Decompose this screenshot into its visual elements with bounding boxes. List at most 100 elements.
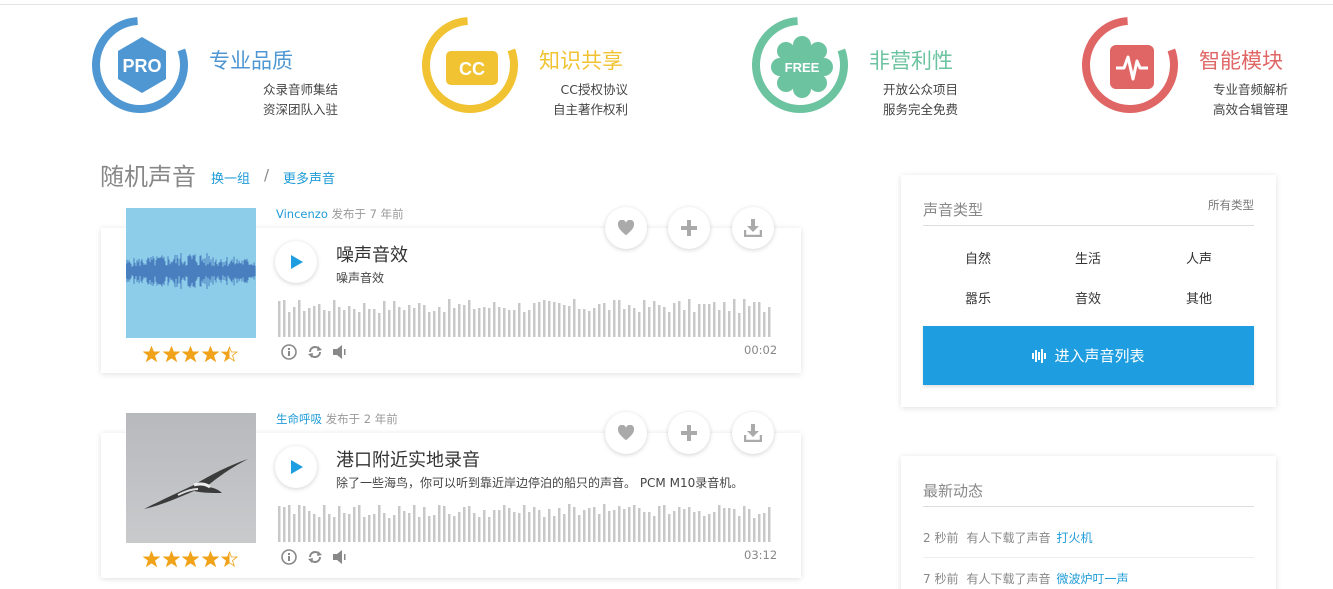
cc-badge-text: CC (459, 59, 485, 79)
waveform-bar (633, 505, 636, 542)
waveform-bar (458, 304, 461, 337)
waveform-bar (623, 509, 626, 542)
star-icon (143, 551, 160, 567)
waveform-bar (708, 514, 711, 542)
star-icon (201, 346, 219, 362)
waveform-bar (453, 516, 456, 542)
waveform-bar (538, 302, 541, 337)
waveform-bar (508, 508, 511, 542)
waveform-bar (598, 514, 601, 542)
waveform-bar (533, 507, 536, 542)
waveform-bar (533, 303, 536, 337)
category-sfx[interactable]: 音效 (1038, 288, 1138, 307)
waveform-bar (428, 516, 431, 542)
waveform-bar (618, 300, 621, 337)
download-button[interactable] (732, 207, 774, 249)
category-instrument[interactable]: 嚣乐 (928, 288, 1028, 307)
like-button[interactable] (605, 412, 647, 454)
waveform-bar (498, 510, 501, 542)
waveform-bar (628, 507, 631, 542)
waveform-bar (413, 505, 416, 542)
waveform-bar (603, 504, 606, 542)
rating-stars (143, 346, 243, 362)
waveform-bar (618, 506, 621, 542)
feature-line: 开放公众项目 (882, 82, 958, 97)
like-button[interactable] (605, 207, 647, 249)
waveform-bar (643, 300, 646, 337)
enter-sound-list-button[interactable]: 进入声音列表 (923, 326, 1254, 385)
waveform-bar (643, 512, 646, 542)
volume-icon[interactable] (332, 344, 348, 360)
download-icon (744, 219, 762, 237)
waveform-bar (588, 508, 591, 542)
waveform-bar (743, 299, 746, 337)
waveform[interactable] (278, 504, 774, 542)
free-badge-text: FREE (785, 60, 820, 75)
category-voice[interactable]: 人声 (1149, 248, 1249, 267)
waveform-bar (638, 312, 641, 337)
waveform-bar (388, 310, 391, 337)
all-types-link[interactable]: 所有类型 (1208, 197, 1254, 213)
waveform-bar (758, 514, 761, 542)
info-icon[interactable] (281, 549, 297, 565)
waveform-bar (688, 299, 691, 337)
sound-title[interactable]: 港口附近实地录音 (336, 446, 480, 472)
waveform-bar (333, 517, 336, 542)
waveform-bar (343, 310, 346, 337)
info-icon[interactable] (281, 344, 297, 360)
play-button[interactable] (275, 241, 317, 283)
volume-icon[interactable] (332, 549, 348, 565)
feature-line: 高效合辑管理 (1212, 102, 1288, 117)
waveform-bar (498, 307, 501, 337)
activity-sound-link[interactable]: 打火机 (1056, 531, 1092, 545)
activity-sound-link[interactable]: 微波炉叮一声 (1056, 572, 1128, 586)
waveform-bar (353, 309, 356, 337)
waveform-bar (563, 514, 566, 542)
waveform-bar (478, 517, 481, 542)
feature-line: 专业音频解析 (1212, 82, 1288, 97)
category-nature[interactable]: 自然 (928, 248, 1028, 267)
author-link[interactable]: Vincenzo (276, 207, 328, 221)
plus-icon (681, 425, 697, 441)
category-life[interactable]: 生活 (1038, 248, 1138, 267)
sound-thumbnail[interactable] (126, 413, 256, 543)
waveform-bar (338, 506, 341, 542)
sound-thumbnail[interactable] (126, 208, 256, 338)
waveform-bar (318, 304, 321, 337)
loop-icon[interactable] (307, 344, 323, 360)
waveform-bar (688, 507, 691, 542)
sound-title[interactable]: 噪声音效 (336, 241, 408, 267)
waveform-bar (748, 306, 751, 337)
waveform-bar (418, 303, 421, 337)
waveform-bar (548, 509, 551, 542)
waveform-bar (768, 307, 771, 337)
waveform-bar (598, 304, 601, 337)
waveform-bar (323, 505, 326, 542)
category-other[interactable]: 其他 (1149, 288, 1249, 307)
play-icon (291, 255, 303, 269)
waveform[interactable] (278, 299, 774, 337)
waveform-bar (503, 308, 506, 337)
waveform-bar (638, 508, 641, 542)
add-to-collection-button[interactable] (668, 412, 710, 454)
waveform-bar (513, 310, 516, 337)
activity-time: 7 秒前 (923, 572, 959, 586)
waveform-bar (538, 510, 541, 542)
author-link[interactable]: 生命呼吸 (276, 412, 322, 426)
latest-activity-panel: 最新动态 2 秒前 有人下载了声音 打火机 7 秒前 有人下载了声音 微波炉叮一声 (901, 456, 1276, 589)
add-to-collection-button[interactable] (668, 207, 710, 249)
waveform-bar (763, 312, 766, 337)
waveform-bar (753, 302, 756, 337)
waveform-bar (518, 513, 521, 542)
waveform-bar (358, 505, 361, 542)
waveform-bar (573, 507, 576, 542)
loop-icon[interactable] (307, 549, 323, 565)
waveform-bar (548, 301, 551, 337)
waveform-bar (588, 311, 591, 337)
waveform-bar (433, 515, 436, 542)
more-sounds-link[interactable]: 更多声音 (283, 168, 335, 187)
play-button[interactable] (275, 446, 317, 488)
waveform-bar (278, 301, 281, 337)
download-button[interactable] (732, 412, 774, 454)
shuffle-link[interactable]: 换一组 (211, 168, 250, 187)
